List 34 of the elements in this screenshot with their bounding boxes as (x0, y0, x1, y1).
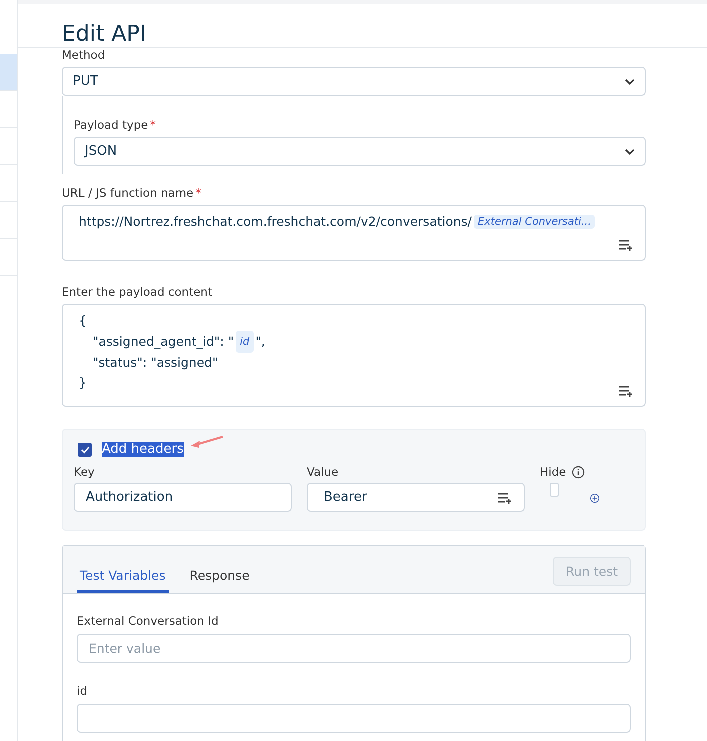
insert-variable-icon[interactable] (618, 385, 634, 397)
info-icon[interactable] (572, 466, 586, 478)
check-icon (80, 446, 90, 454)
variable-token[interactable]: External Conversati... (474, 214, 596, 228)
insert-variable-icon[interactable] (497, 492, 513, 504)
chevron-icon (625, 78, 635, 84)
field-label: External Conversation Id (77, 614, 219, 628)
key-field[interactable]: Authorization (74, 483, 292, 512)
input-field[interactable]: Enter value (77, 634, 631, 663)
annotation-arrow (190, 436, 224, 450)
field-label: Method (62, 49, 106, 62)
tab[interactable]: Response (186, 568, 253, 593)
url-field[interactable]: https://Nortrez.freshchat.com.freshchat.com/v2/conversations/ External Conversati... (62, 205, 646, 261)
column-label: Key (74, 465, 96, 479)
insert-variable-icon[interactable] (618, 239, 634, 251)
sidebar-item[interactable] (0, 54, 17, 91)
chevron-icon (625, 148, 635, 154)
checkbox-label: Add headers (102, 442, 184, 457)
column-label: Value (307, 465, 340, 479)
tab[interactable]: Test Variables (77, 568, 169, 593)
field-label: Enter the payload content (62, 285, 212, 299)
hide-checkbox[interactable] (550, 483, 560, 497)
field-label: id (77, 684, 88, 698)
input-field[interactable] (77, 704, 631, 733)
page-title: Edit API (62, 22, 146, 47)
checkbox[interactable] (78, 442, 92, 456)
column-label: Hide (540, 465, 566, 479)
field-label: Payload type * (74, 118, 156, 132)
field-label: URL / JS function name * (62, 186, 202, 200)
value-field[interactable]: Bearer (307, 483, 525, 512)
variable-token[interactable]: id (236, 331, 254, 353)
method-select[interactable]: PUT (62, 67, 646, 96)
payload-type-select[interactable]: JSON (74, 137, 646, 166)
payload-field[interactable]: { "assigned_agent_id": " id ", "status": "assigned" } (62, 304, 646, 407)
